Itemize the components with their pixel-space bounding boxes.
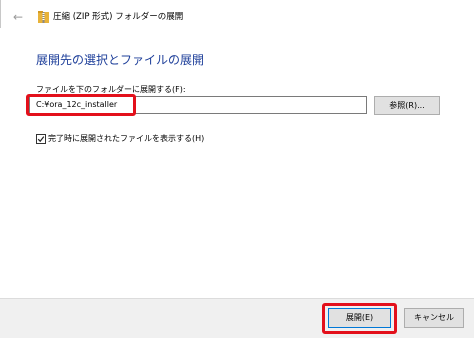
back-arrow-icon[interactable]: ← xyxy=(10,9,26,25)
checkmark-icon xyxy=(37,136,45,143)
window-title: 圧縮 (ZIP 形式) フォルダーの展開 xyxy=(53,12,184,22)
show-files-checkbox[interactable] xyxy=(36,134,46,144)
zip-folder-icon xyxy=(38,11,49,23)
page-heading: 展開先の選択とファイルの展開 xyxy=(36,53,205,67)
show-files-label: 完了時に展開されたファイルを表示する(H) xyxy=(48,134,205,143)
browse-button[interactable]: 参照(R)... xyxy=(374,96,440,115)
footer-bar xyxy=(0,298,474,338)
extract-button[interactable]: 展開(E) xyxy=(328,308,391,328)
window-edge xyxy=(0,0,1,28)
cancel-button[interactable]: キャンセル xyxy=(404,308,464,328)
path-highlight-frame xyxy=(26,94,136,116)
